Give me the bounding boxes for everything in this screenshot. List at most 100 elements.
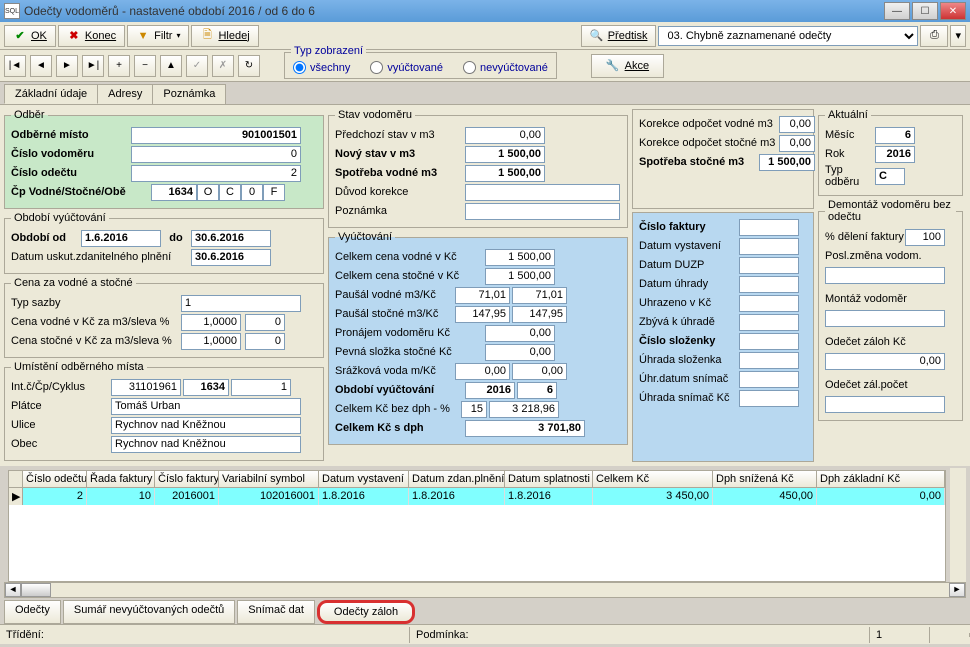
uhrada-snimac[interactable]	[739, 390, 799, 407]
last-button[interactable]: ►|	[82, 55, 104, 77]
data-grid[interactable]: Číslo odečtu Řada faktury Číslo faktury …	[8, 470, 946, 582]
btab-snimac[interactable]: Snímač dat	[237, 600, 315, 624]
datum-plneni-field[interactable]	[191, 249, 271, 266]
ok-button[interactable]: ✔OK	[4, 25, 56, 47]
srazkova-kc[interactable]	[512, 363, 567, 380]
scroll-right-icon[interactable]: ►	[949, 583, 965, 597]
pevna-field[interactable]	[485, 344, 555, 361]
posl-field[interactable]	[825, 267, 945, 284]
rok-field[interactable]	[875, 146, 915, 163]
montaz-field[interactable]	[825, 310, 945, 327]
odberne-misto-field[interactable]	[131, 127, 301, 144]
add-button[interactable]: +	[108, 55, 130, 77]
akce-button[interactable]: 🔧Akce	[591, 54, 664, 78]
tab-poznamka[interactable]: Poznámka	[152, 84, 226, 104]
cancel-edit-button[interactable]: ✗	[212, 55, 234, 77]
pausal-stocne-m3[interactable]	[455, 306, 510, 323]
novy-field[interactable]	[465, 146, 545, 163]
spotreba-field[interactable]	[465, 165, 545, 182]
cislo-odectu-field[interactable]	[131, 165, 301, 182]
col-dph-zakl[interactable]: Dph základní Kč	[817, 471, 945, 487]
col-rada[interactable]: Řada faktury	[87, 471, 155, 487]
first-button[interactable]: |◄	[4, 55, 26, 77]
obec-field[interactable]	[111, 436, 301, 453]
umisteni-cp-field[interactable]	[183, 379, 229, 396]
datum-duzp[interactable]	[739, 257, 799, 274]
radio-vyuctovane[interactable]: vyúčtované	[370, 61, 443, 74]
obdobi-mes[interactable]	[517, 382, 557, 399]
f-field[interactable]	[263, 184, 285, 201]
celkem-stocne-field[interactable]	[485, 268, 555, 285]
edit-button[interactable]: ▲	[160, 55, 182, 77]
col-datum-zdan[interactable]: Datum zdan.plnění	[409, 471, 505, 487]
hledej-button[interactable]: 🗎Hledej	[191, 25, 258, 47]
uhrazeno[interactable]	[739, 295, 799, 312]
korekce-stocne[interactable]	[779, 135, 815, 152]
sleva-stocne-field[interactable]	[245, 333, 285, 350]
predtisk-select[interactable]: 03. Chybně zaznamenané odečty	[658, 26, 918, 46]
remove-button[interactable]: −	[134, 55, 156, 77]
obdobi-od-field[interactable]	[81, 230, 161, 247]
datum-uhrady[interactable]	[739, 276, 799, 293]
close-button[interactable]: ✕	[940, 2, 966, 20]
btab-odecty[interactable]: Odečty	[4, 600, 61, 624]
srazkova-m[interactable]	[455, 363, 510, 380]
col-datum-splat[interactable]: Datum splatnosti	[505, 471, 593, 487]
dph-pct[interactable]	[461, 401, 487, 418]
sleva-vodne-field[interactable]	[245, 314, 285, 331]
pausal-stocne-kc[interactable]	[512, 306, 567, 323]
mesic-field[interactable]	[875, 127, 915, 144]
col-datum-vyst[interactable]: Datum vystavení	[319, 471, 409, 487]
uhr-snimac[interactable]	[739, 371, 799, 388]
btab-sumar[interactable]: Sumář nevyúčtovaných odečtů	[63, 600, 235, 624]
col-dph-sniz[interactable]: Dph snížená Kč	[713, 471, 817, 487]
minimize-button[interactable]: —	[884, 2, 910, 20]
o2-field[interactable]	[241, 184, 263, 201]
radio-nevyuctovane[interactable]: nevyúčtované	[463, 61, 548, 74]
scroll-left-icon[interactable]: ◄	[5, 583, 21, 597]
uhrada-slozenka[interactable]	[739, 352, 799, 369]
col-celkem[interactable]: Celkem Kč	[593, 471, 713, 487]
col-cislo-odectu[interactable]: Číslo odečtu	[23, 471, 87, 487]
cislo-vodomeru-field[interactable]	[131, 146, 301, 163]
next-button[interactable]: ►	[56, 55, 78, 77]
int-field[interactable]	[111, 379, 181, 396]
o-field[interactable]	[197, 184, 219, 201]
celkem-vodne-field[interactable]	[485, 249, 555, 266]
predchozi-field[interactable]	[465, 127, 545, 144]
odecet-zaloh-field[interactable]	[825, 353, 945, 370]
poznamka-field[interactable]	[465, 203, 620, 220]
print-button[interactable]: ⎙	[920, 25, 948, 47]
table-row[interactable]: ▶ 2 10 2016001 102016001 1.8.2016 1.8.20…	[9, 488, 945, 505]
cislo-slozenky[interactable]	[739, 333, 799, 350]
typ-field[interactable]	[875, 168, 905, 185]
konec-button[interactable]: ✖Konec	[58, 25, 125, 47]
platce-field[interactable]	[111, 398, 301, 415]
pausal-vodne-kc[interactable]	[512, 287, 567, 304]
datum-vystaveni[interactable]	[739, 238, 799, 255]
tab-adresy[interactable]: Adresy	[97, 84, 153, 104]
cp-field[interactable]	[151, 184, 197, 201]
bez-dph-field[interactable]	[489, 401, 559, 418]
confirm-button[interactable]: ✓	[186, 55, 208, 77]
cena-stocne-field[interactable]	[181, 333, 241, 350]
tab-zakladni[interactable]: Základní údaje	[4, 84, 98, 104]
col-varsym[interactable]: Variabilní symbol	[219, 471, 319, 487]
filtr-button[interactable]: ▼Filtr▾	[127, 25, 189, 47]
cyklus-field[interactable]	[231, 379, 291, 396]
grid-vscroll[interactable]	[950, 468, 966, 582]
prev-button[interactable]: ◄	[30, 55, 52, 77]
ulice-field[interactable]	[111, 417, 301, 434]
s-dph-field[interactable]	[465, 420, 585, 437]
typ-sazby-field[interactable]	[181, 295, 301, 312]
btab-odecty-zaloh[interactable]: Odečty záloh	[317, 600, 415, 624]
grid-hscroll[interactable]: ◄ ►	[4, 582, 966, 598]
refresh-button[interactable]: ↻	[238, 55, 260, 77]
obdobi-rok[interactable]	[465, 382, 515, 399]
col-cislo-faktury[interactable]: Číslo faktury	[155, 471, 219, 487]
odecet-pocet-field[interactable]	[825, 396, 945, 413]
cena-vodne-field[interactable]	[181, 314, 241, 331]
radio-vsechny[interactable]: všechny	[293, 61, 350, 74]
scroll-thumb[interactable]	[21, 583, 51, 597]
pausal-vodne-m3[interactable]	[455, 287, 510, 304]
